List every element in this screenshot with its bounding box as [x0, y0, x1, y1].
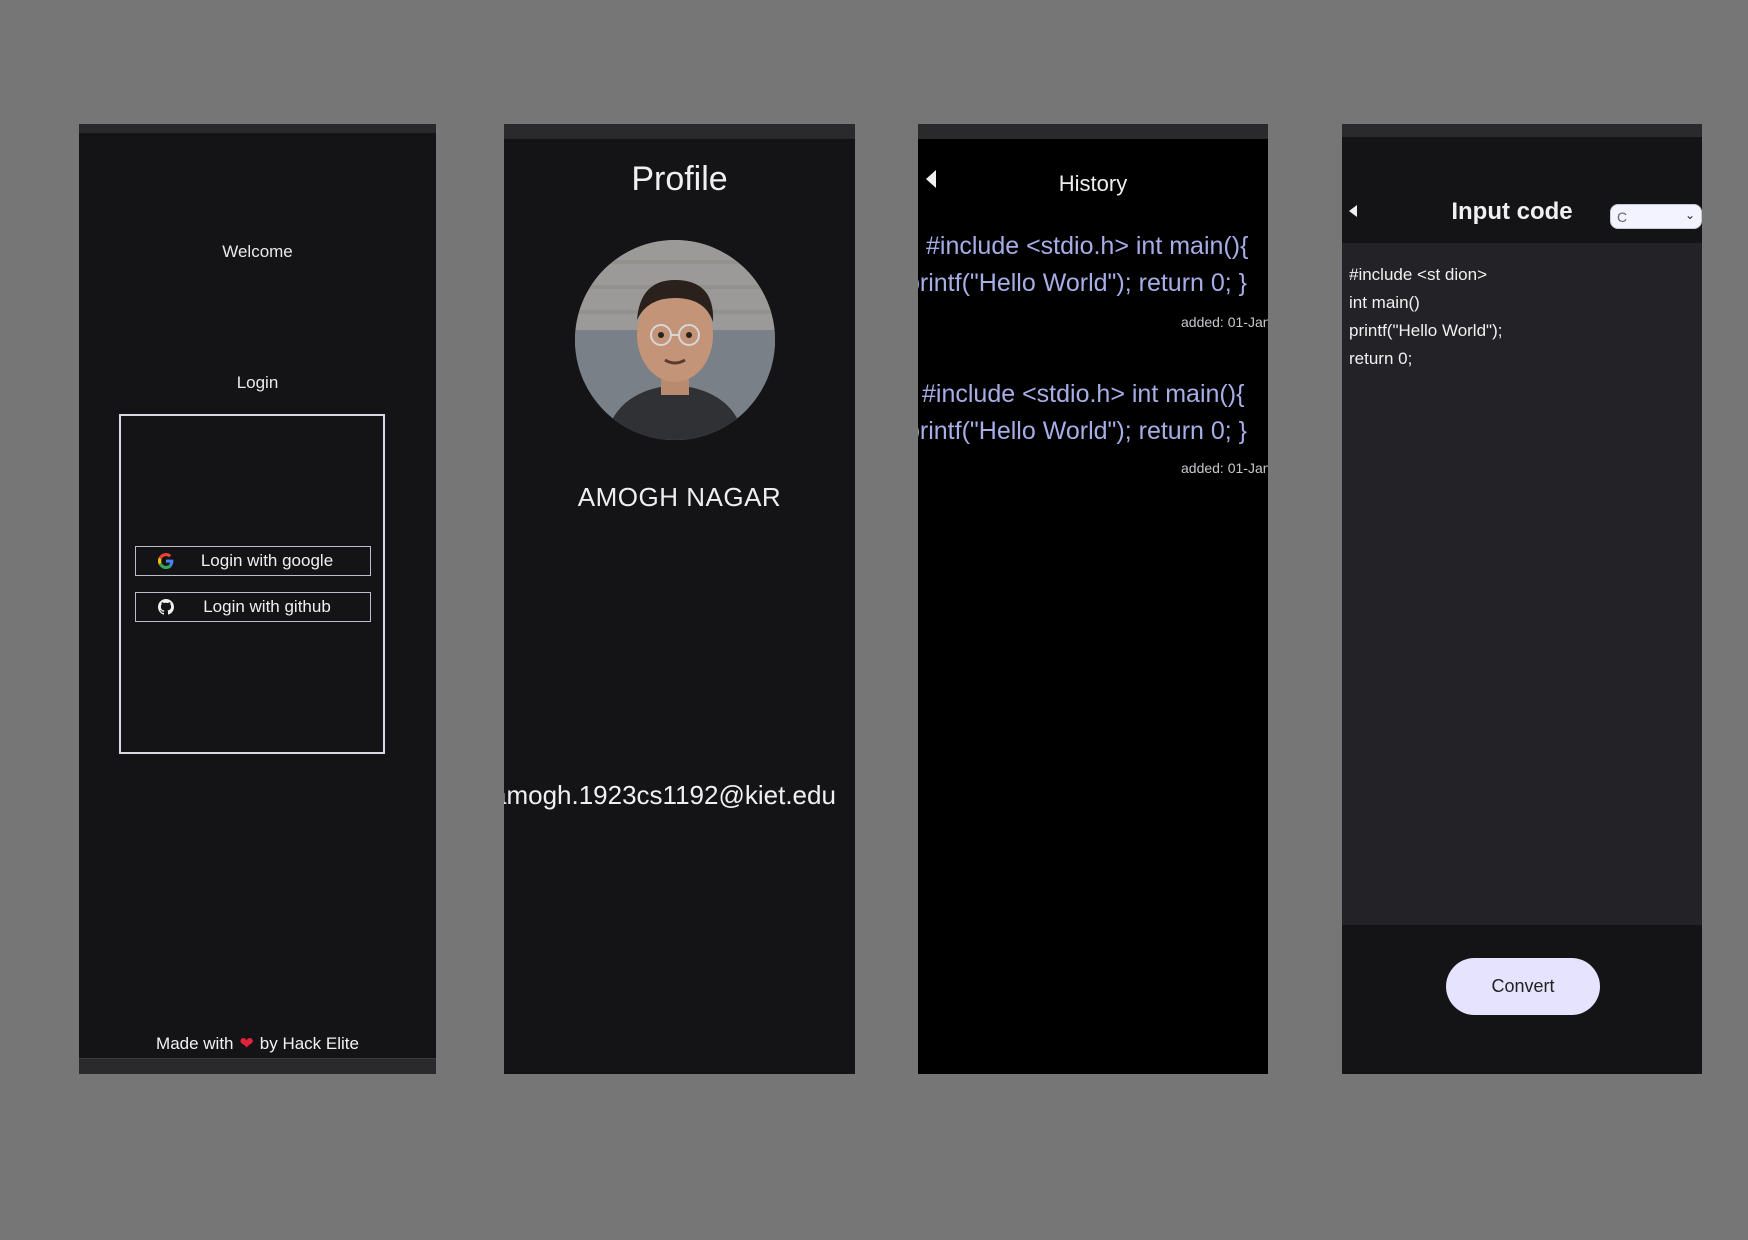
profile-email: amogh.1923cs1192@kiet.edu — [504, 780, 836, 810]
status-bar — [79, 124, 436, 133]
status-bar — [504, 124, 855, 139]
history-date: added: 01-Jan — [1181, 314, 1268, 330]
nav-bar — [79, 1058, 436, 1074]
heart-icon: ❤ — [239, 1034, 254, 1053]
login-with-google-button[interactable]: Login with google — [135, 546, 371, 576]
google-button-label: Login with google — [200, 551, 334, 570]
code-line: printf("Hello World"); — [1349, 321, 1503, 340]
login-screen: Welcome Login Login with google Login wi… — [79, 124, 436, 1074]
history-code-line: printf("Hello World"); return 0; } — [918, 417, 1248, 445]
input-code-screen: Input code C ⌄ #include <st dion> int ma… — [1342, 124, 1702, 1074]
code-line: return 0; — [1349, 349, 1413, 368]
login-heading: Login — [236, 373, 279, 392]
language-select[interactable]: C ⌄ — [1610, 204, 1702, 229]
github-icon — [148, 599, 184, 615]
history-code-line: #include <stdio.h> int main(){ — [922, 380, 1245, 408]
status-bar — [918, 124, 1268, 139]
status-bar — [1342, 124, 1702, 137]
history-date: added: 01-Jan — [1181, 460, 1268, 476]
code-line: int main() — [1349, 293, 1420, 312]
profile-title: Profile — [631, 160, 728, 198]
google-icon — [148, 553, 184, 569]
history-code-line: printf("Hello World"); return 0; } — [918, 269, 1248, 297]
footer-suffix: by Hack Elite — [259, 1034, 359, 1053]
code-line: #include <st dion> — [1349, 265, 1487, 284]
footer-credit: Made with ❤ by Hack Elite — [79, 1034, 436, 1054]
footer-prefix: Made with — [156, 1034, 234, 1053]
profile-name: AMOGH NAGAR — [577, 482, 782, 512]
convert-button[interactable]: Convert — [1446, 958, 1600, 1015]
github-button-label: Login with github — [203, 597, 331, 616]
profile-screen: Profile AMOGH NAGAR amogh.1923cs1192@kie… — [504, 124, 855, 1074]
language-select-value: C — [1617, 208, 1628, 225]
history-code-line: #include <stdio.h> int main(){ — [926, 232, 1249, 260]
code-input-area[interactable]: #include <st dion> int main() printf("He… — [1342, 243, 1702, 925]
history-screen: History #include <stdio.h> int main(){ p… — [918, 124, 1268, 1074]
avatar — [575, 240, 775, 440]
chevron-down-icon: ⌄ — [1684, 208, 1695, 222]
login-panel: Login with google Login with github — [119, 414, 385, 754]
login-with-github-button[interactable]: Login with github — [135, 592, 371, 622]
history-title: History — [1058, 171, 1128, 196]
welcome-text: Welcome — [222, 242, 293, 261]
